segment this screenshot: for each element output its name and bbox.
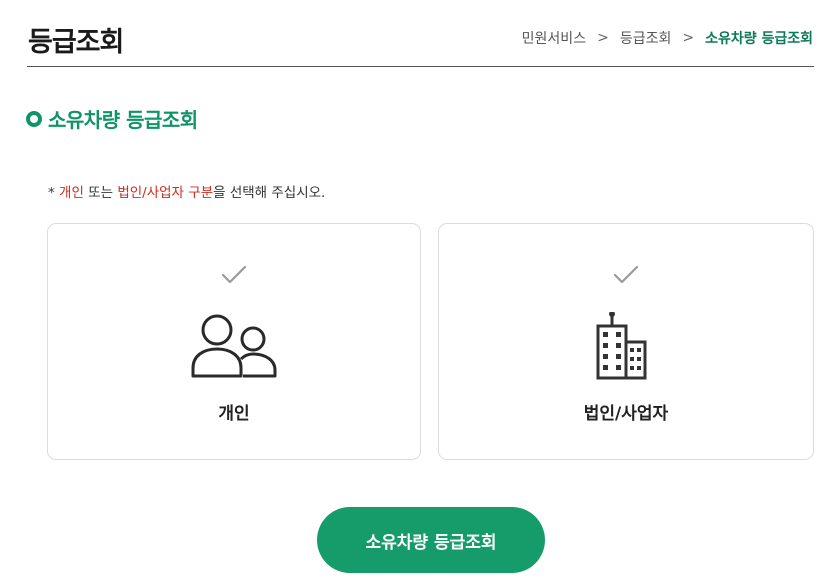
breadcrumb: 민원서비스 > 등급조회 > 소유차량 등급조회 bbox=[522, 28, 813, 48]
option-label: 법인/사업자 bbox=[583, 404, 669, 424]
check-icon bbox=[613, 265, 639, 284]
option-card-individual[interactable]: 개인 bbox=[47, 223, 421, 460]
breadcrumb-item-grade-lookup[interactable]: 등급조회 bbox=[620, 28, 672, 48]
building-icon bbox=[596, 312, 647, 380]
section-title: 소유차량 등급조회 bbox=[26, 104, 198, 133]
notice-highlight-individual: 개인 bbox=[59, 185, 84, 201]
breadcrumb-separator: > bbox=[682, 30, 695, 46]
circle-bullet-icon bbox=[26, 110, 42, 127]
notice-text: 또는 bbox=[83, 185, 118, 201]
page-title: 등급조회 bbox=[28, 27, 124, 58]
people-icon bbox=[191, 314, 277, 378]
option-card-corporate[interactable]: 법인/사업자 bbox=[438, 223, 814, 460]
selection-notice: * 개인 또는 법인/사업자 구분을 선택해 주십시오. bbox=[48, 181, 325, 201]
notice-highlight-corporate: 법인/사업자 구분 bbox=[117, 185, 214, 201]
breadcrumb-separator: > bbox=[597, 30, 609, 46]
notice-prefix: * bbox=[48, 185, 60, 201]
section-title-text: 소유차량 등급조회 bbox=[48, 108, 198, 132]
vehicle-grade-lookup-button[interactable]: 소유차량 등급조회 bbox=[317, 507, 545, 573]
header-divider bbox=[27, 66, 814, 67]
option-label: 개인 bbox=[218, 404, 250, 424]
breadcrumb-item-civil-service[interactable]: 민원서비스 bbox=[522, 28, 586, 48]
notice-text: 을 선택해 주십시오. bbox=[213, 185, 326, 201]
check-icon bbox=[221, 265, 247, 284]
breadcrumb-item-current: 소유차량 등급조회 bbox=[705, 31, 813, 47]
